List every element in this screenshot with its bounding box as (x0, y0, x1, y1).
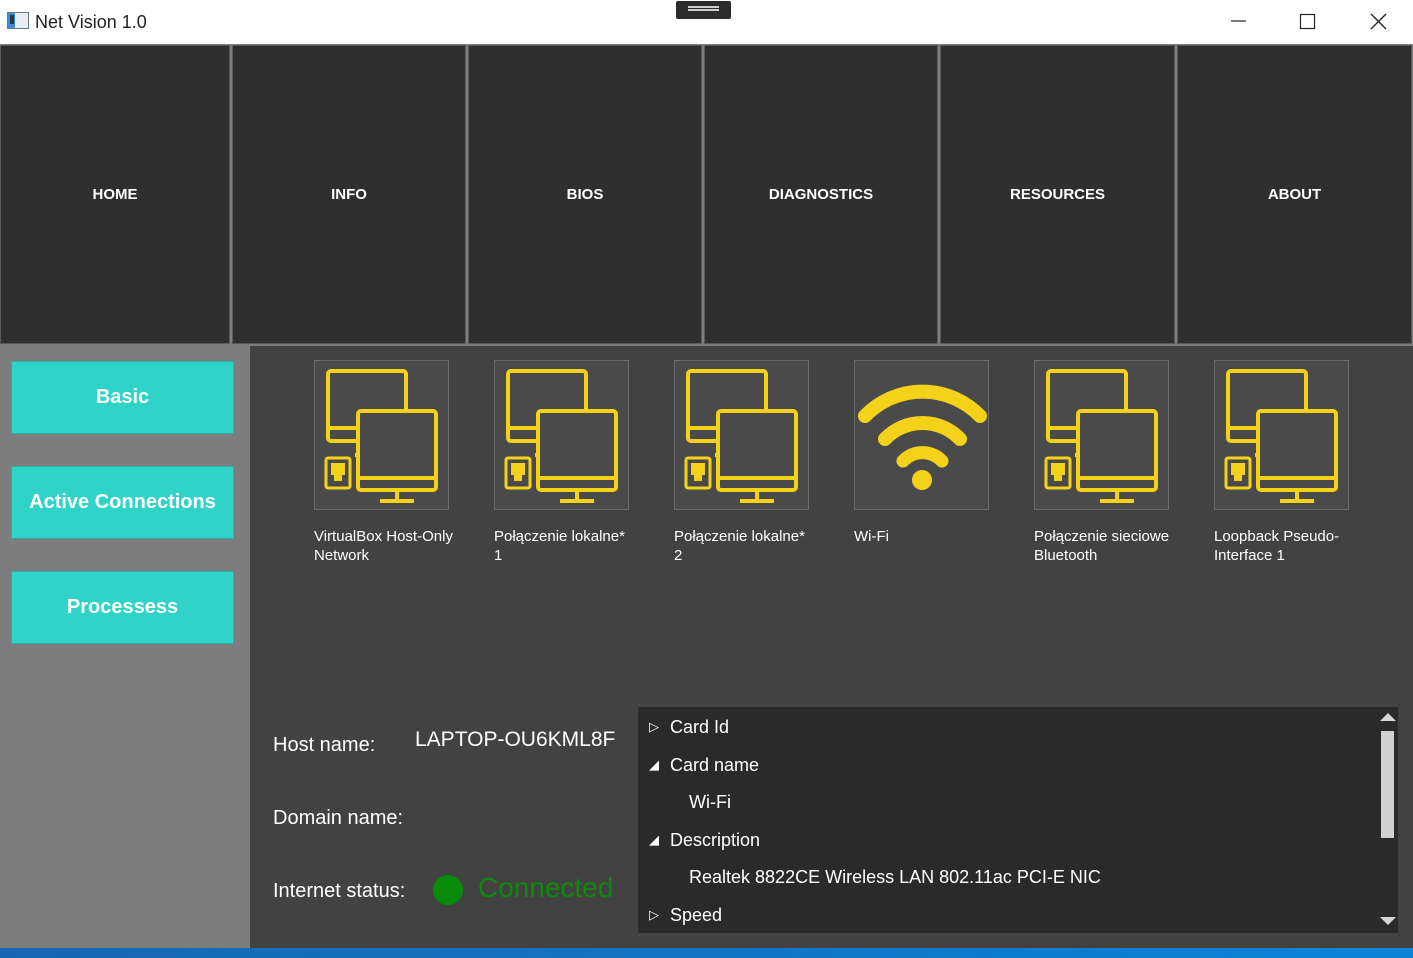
taskbar-edge (0, 948, 1413, 958)
expanded-arrow-icon[interactable]: ◢ (638, 825, 670, 855)
tree-leaf-card-name-value[interactable]: Wi-Fi (638, 787, 731, 817)
tree-node-speed[interactable]: ▷ Speed (638, 900, 722, 930)
tree-node-label: Card name (670, 754, 760, 775)
adapter-details-tree[interactable]: ▷ Card Id ◢ Card name Wi-Fi ◢ Descriptio… (638, 707, 1398, 933)
adapter-tile[interactable] (1214, 360, 1349, 510)
status-indicator-icon (433, 875, 463, 905)
host-name-label: Host name: (273, 734, 376, 756)
sidebar-basic-button[interactable]: Basic (11, 361, 234, 434)
expanded-arrow-icon[interactable]: ◢ (638, 750, 670, 780)
adapter-card[interactable]: Wi-Fi (854, 360, 1004, 546)
close-icon (1370, 13, 1387, 30)
adapter-tile[interactable] (1034, 360, 1169, 510)
nav-about-button[interactable]: ABOUT (1177, 45, 1412, 344)
adapter-label: Połączenie sieciowe Bluetooth (1034, 528, 1170, 564)
minimize-icon (1231, 20, 1246, 22)
adapter-card[interactable]: Loopback Pseudo-Interface 1 (1214, 360, 1364, 565)
host-name-value: LAPTOP-OU6KML8F (415, 728, 616, 751)
adapter-tile[interactable] (314, 360, 449, 510)
adapter-label: Połączenie lokalne* 1 (494, 528, 625, 564)
adapter-card[interactable]: Połączenie lokalne* 1 (494, 360, 644, 565)
nav-bios-button[interactable]: BIOS (468, 45, 702, 344)
app-icon (7, 12, 29, 29)
tree-scrollbar[interactable] (1377, 707, 1398, 933)
tree-leaf-description-value[interactable]: Realtek 8822CE Wireless LAN 802.11ac PCI… (638, 862, 1101, 892)
internet-status-label: Internet status: (273, 880, 406, 902)
adapter-tile[interactable] (674, 360, 809, 510)
tree-node-card-name[interactable]: ◢ Card name (638, 750, 759, 780)
collapsed-arrow-icon[interactable]: ▷ (638, 712, 670, 742)
tree-node-label: Description (670, 829, 761, 850)
adapter-tile[interactable] (854, 360, 989, 510)
nav-resources-button[interactable]: RESOURCES (940, 45, 1175, 344)
drag-handle[interactable] (676, 1, 731, 19)
internet-status-value: Connected (478, 872, 614, 903)
adapter-label: Wi-Fi (854, 528, 889, 545)
scroll-up-arrow-icon[interactable] (1380, 713, 1396, 721)
tree-node-card-id[interactable]: ▷ Card Id (638, 712, 729, 742)
top-navigation: HOME INFO BIOS DIAGNOSTICS RESOURCES ABO… (0, 44, 1413, 346)
minimize-button[interactable] (1208, 0, 1268, 44)
adapter-label: VirtualBox Host-Only Network (314, 528, 453, 564)
maximize-icon (1299, 13, 1316, 30)
sidebar-processess-button[interactable]: Processess (11, 571, 234, 644)
tree-node-label: Card Id (670, 716, 730, 737)
tree-node-description[interactable]: ◢ Description (638, 825, 760, 855)
scroll-thumb[interactable] (1381, 731, 1394, 838)
adapter-label: Loopback Pseudo-Interface 1 (1214, 528, 1340, 564)
collapsed-arrow-icon[interactable]: ▷ (638, 900, 670, 930)
adapter-label: Połączenie lokalne* 2 (674, 528, 805, 564)
adapter-card[interactable]: VirtualBox Host-Only Network (314, 360, 464, 565)
sidebar: Basic Active Connections Processess (0, 346, 250, 948)
adapter-tile[interactable] (494, 360, 629, 510)
network-computers-icon (1224, 369, 1338, 503)
maximize-button[interactable] (1277, 0, 1337, 44)
network-computers-icon (1044, 369, 1158, 503)
adapter-card[interactable]: Połączenie sieciowe Bluetooth (1034, 360, 1184, 565)
window-title: Net Vision 1.0 (35, 12, 147, 32)
sidebar-active-connections-button[interactable]: Active Connections (11, 466, 234, 539)
domain-name-label: Domain name: (273, 807, 404, 829)
nav-home-button[interactable]: HOME (0, 45, 230, 344)
network-computers-icon (684, 369, 798, 503)
nav-info-button[interactable]: INFO (232, 45, 466, 344)
scroll-down-arrow-icon[interactable] (1380, 917, 1396, 925)
network-computers-icon (504, 369, 618, 503)
adapter-card[interactable]: Połączenie lokalne* 2 (674, 360, 824, 565)
tree-node-label: Speed (670, 904, 723, 925)
close-button[interactable] (1348, 0, 1408, 44)
title-bar: Net Vision 1.0 (0, 0, 1413, 44)
main-panel: VirtualBox Host-Only Network Połączenie … (250, 346, 1413, 948)
nav-diagnostics-button[interactable]: DIAGNOSTICS (704, 45, 938, 344)
tree-leaf-label: Wi-Fi (689, 791, 731, 812)
tree-leaf-label: Realtek 8822CE Wireless LAN 802.11ac PCI… (689, 866, 1101, 887)
wifi-icon (858, 384, 987, 490)
network-computers-icon (324, 369, 438, 503)
